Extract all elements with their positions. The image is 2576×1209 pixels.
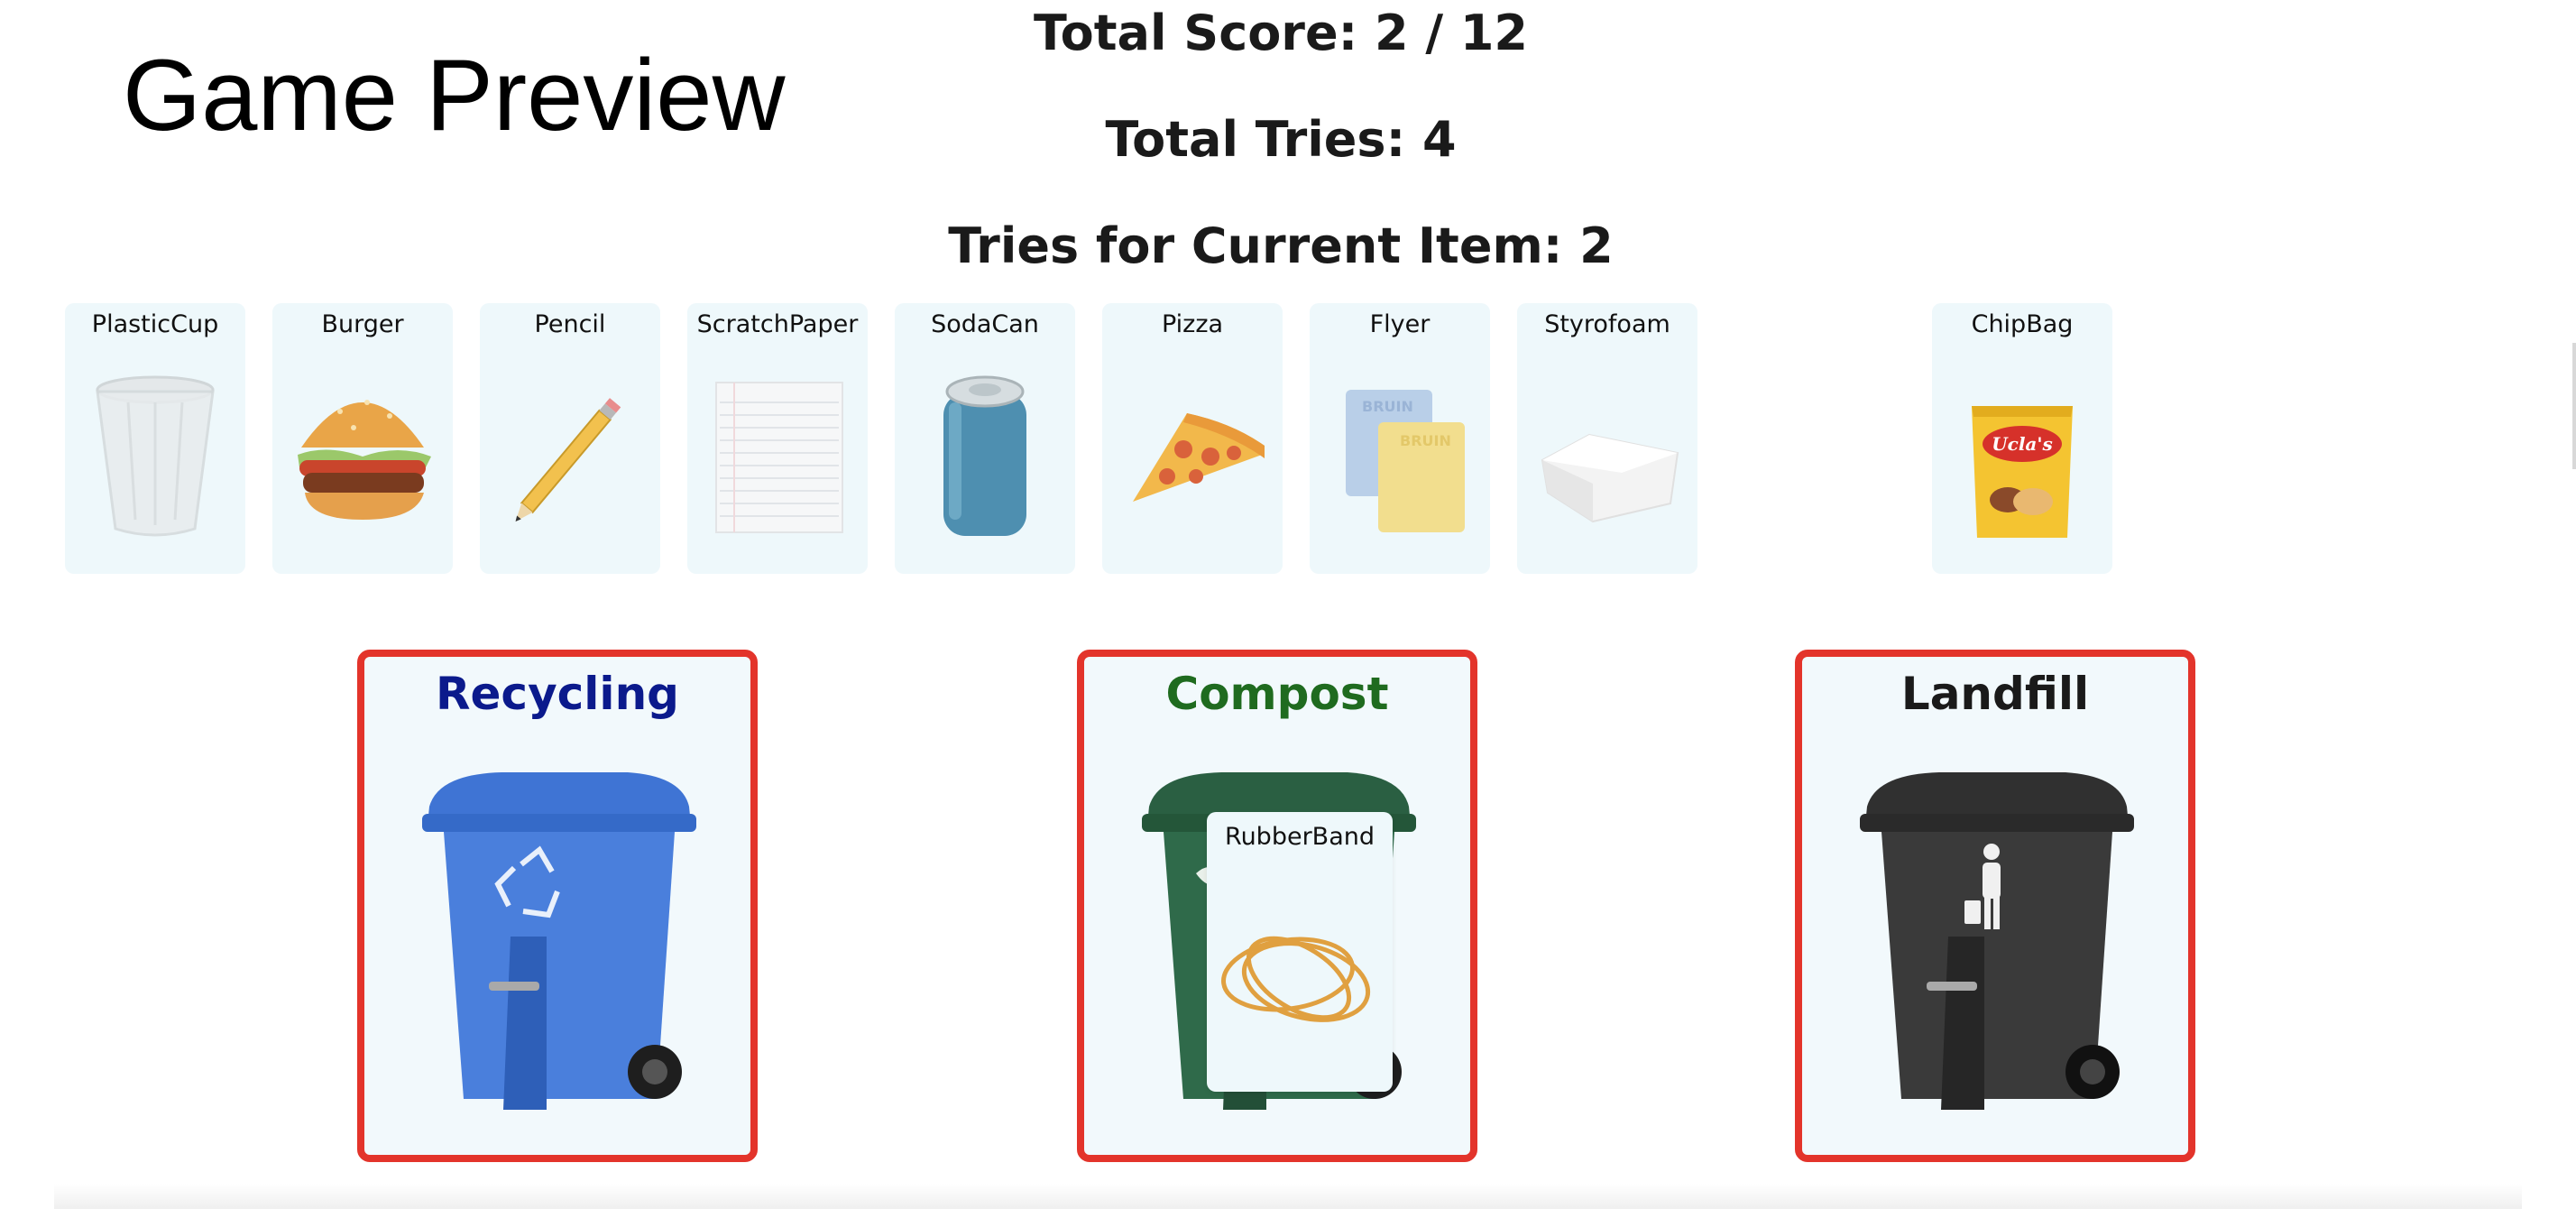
item-label: ChipBag <box>1971 310 2074 338</box>
current-item-tries: Tries for Current Item: 2 <box>948 217 1614 274</box>
bin-label-recycling: Recycling <box>436 668 679 720</box>
flyer-icon: BRUIN BRUIN <box>1346 390 1465 532</box>
bin-label-landfill: Landfill <box>1900 668 2090 720</box>
landfill-bin-icon <box>1860 772 2134 1110</box>
item-card-pencil[interactable]: Pencil <box>480 303 660 574</box>
item-label: Styrofoam <box>1544 310 1670 338</box>
burger-icon <box>298 400 431 520</box>
item-card-flyer[interactable]: Flyer BRUIN BRUIN <box>1310 303 1490 574</box>
game-preview-page: Game Preview Total Score: 2 / 12 Total T… <box>0 0 2576 1209</box>
item-card-pizza[interactable]: Pizza <box>1102 303 1283 574</box>
item-card-styrofoam[interactable]: Styrofoam <box>1517 303 1697 574</box>
scratch-paper-icon <box>715 382 843 533</box>
scrollbar[interactable] <box>2572 343 2576 469</box>
item-label: Flyer <box>1369 310 1431 338</box>
total-tries: Total Tries: 4 <box>1105 111 1457 168</box>
item-card-scratch-paper[interactable]: ScratchPaper <box>687 303 868 574</box>
item-label: ScratchPaper <box>696 310 859 338</box>
dragged-item-rubber-band[interactable]: RubberBand <box>1207 812 1393 1092</box>
recycling-bin[interactable]: Recycling <box>357 650 758 1162</box>
pizza-icon <box>1133 413 1265 502</box>
item-label: PlasticCup <box>91 310 219 338</box>
dragged-item-label: RubberBand <box>1225 823 1375 851</box>
rubber-band-icon <box>1221 936 1371 1022</box>
recycling-bin-icon <box>422 772 696 1110</box>
svg-text:BRUIN: BRUIN <box>1400 432 1451 449</box>
item-card-chip-bag[interactable]: ChipBag Ucla's <box>1932 303 2112 574</box>
item-card-plastic-cup[interactable]: PlasticCup <box>65 303 245 574</box>
item-label: Pencil <box>534 310 606 338</box>
page-title: Game Preview <box>123 39 786 152</box>
item-label: Burger <box>321 310 404 338</box>
landfill-bin[interactable]: Landfill <box>1795 650 2195 1162</box>
plastic-cup-icon <box>96 375 215 537</box>
styrofoam-icon <box>1541 433 1679 523</box>
item-card-soda-can[interactable]: SodaCan <box>895 303 1075 574</box>
item-label: Pizza <box>1161 310 1224 338</box>
chip-bag-icon: Ucla's <box>1972 406 2073 538</box>
svg-text:BRUIN: BRUIN <box>1362 398 1413 415</box>
item-card-burger[interactable]: Burger <box>272 303 453 574</box>
svg-text:Ucla's: Ucla's <box>1992 433 2053 455</box>
soda-can-icon <box>943 375 1026 536</box>
bin-label-compost: Compost <box>1165 668 1389 720</box>
total-score: Total Score: 2 / 12 <box>1033 5 1528 61</box>
item-label: SodaCan <box>931 310 1039 338</box>
pencil-icon <box>515 398 621 522</box>
footer-shadow <box>54 1184 2522 1209</box>
